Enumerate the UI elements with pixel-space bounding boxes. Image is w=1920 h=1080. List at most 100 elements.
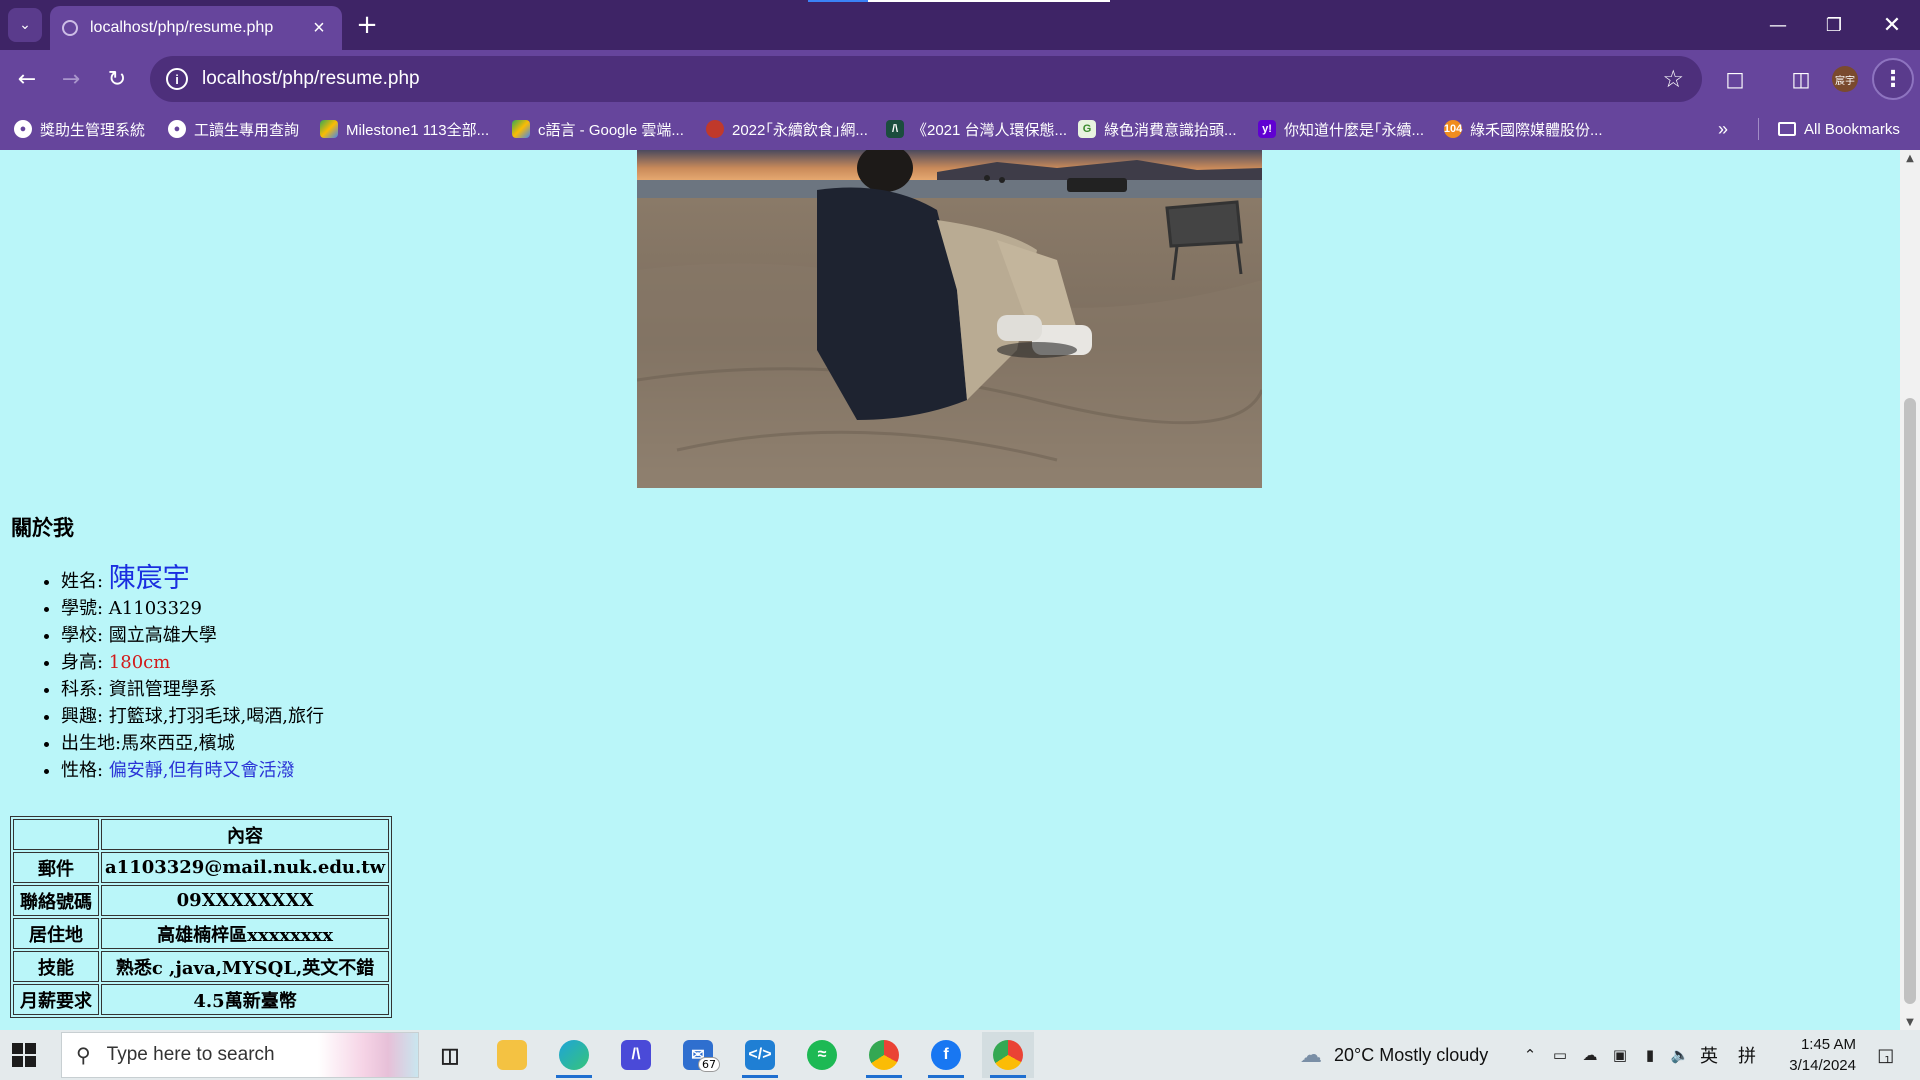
- tab-search-button[interactable]: ⌄: [8, 8, 42, 42]
- mail-button[interactable]: ✉ 67: [672, 1032, 724, 1078]
- facebook-icon: f: [931, 1040, 961, 1070]
- scroll-down-icon[interactable]: ▼: [1900, 1014, 1920, 1030]
- battery-icon[interactable]: ▮: [1640, 1045, 1660, 1065]
- scrollbar-thumb[interactable]: [1904, 398, 1916, 1004]
- monitor-icon[interactable]: ▣: [1610, 1045, 1630, 1065]
- about-item-school: 學校: 國立高雄大學: [61, 622, 324, 649]
- bookmark-item[interactable]: y! 你知道什麼是｢永續...: [1258, 116, 1424, 142]
- bookmark-label: Milestone1 113全部...: [346, 121, 490, 139]
- back-button[interactable]: ←: [10, 62, 44, 96]
- start-button[interactable]: [12, 1043, 36, 1067]
- page-scrollbar[interactable]: ▲ ▼: [1900, 150, 1920, 1030]
- table-value-cell: 4.5萬新臺幣: [101, 984, 390, 1015]
- table-label-cell: 居住地: [13, 918, 99, 949]
- extensions-icon[interactable]: □: [1718, 62, 1752, 96]
- about-label: 科系:: [61, 679, 109, 700]
- chrome-profile-button[interactable]: [858, 1032, 910, 1078]
- bookmark-label: 綠禾國際媒體股份...: [1470, 121, 1603, 139]
- close-window-button[interactable]: ✕: [1864, 0, 1920, 50]
- facebook-button[interactable]: f: [920, 1032, 972, 1078]
- ime-mode-indicator[interactable]: 拼: [1738, 1030, 1756, 1080]
- cloud-icon[interactable]: ☁: [1580, 1045, 1600, 1065]
- bookmark-item[interactable]: ● 獎助生管理系統: [14, 116, 145, 142]
- yahoo-icon: y!: [1258, 120, 1276, 138]
- bookmark-item[interactable]: Milestone1 113全部...: [320, 116, 489, 142]
- vscode-button[interactable]: </>: [734, 1032, 786, 1078]
- about-label: 性格:: [61, 760, 109, 781]
- browser-toolbar: ← → ↻ i localhost/php/resume.php ☆ □ ◫: [0, 50, 1920, 108]
- tab-resume[interactable]: localhost/php/resume.php ×: [50, 6, 342, 50]
- about-value-personality: 偏安靜,但有時又會活潑: [108, 760, 295, 781]
- display-icon[interactable]: ▭: [1550, 1045, 1570, 1065]
- speaker-icon[interactable]: 🔈: [1670, 1045, 1690, 1065]
- chevron-up-icon[interactable]: ⌃: [1520, 1045, 1540, 1065]
- vscode-icon: </>: [745, 1040, 775, 1070]
- reload-button[interactable]: ↻: [100, 62, 134, 96]
- bookmark-item[interactable]: G 綠色消費意識抬頭...: [1078, 116, 1237, 142]
- restore-button[interactable]: ❐: [1806, 0, 1862, 50]
- new-tab-button[interactable]: +: [352, 10, 382, 40]
- chrome-active-button[interactable]: [982, 1032, 1034, 1078]
- about-label: 學號:: [61, 598, 109, 619]
- folder-icon: [1778, 122, 1796, 136]
- taskbar-clock[interactable]: 1:45 AM 3/14/2024: [1766, 1034, 1856, 1076]
- file-explorer-button[interactable]: [486, 1032, 538, 1078]
- close-tab-icon[interactable]: ×: [308, 17, 330, 40]
- about-label: 學校:: [61, 625, 109, 646]
- forward-button[interactable]: →: [54, 62, 88, 96]
- bookmark-label: 《2021 台灣人環保態...: [912, 121, 1068, 139]
- address-bar[interactable]: i localhost/php/resume.php ☆: [150, 56, 1702, 102]
- table-header-cell: 內容: [101, 819, 390, 850]
- search-icon: ⚲: [76, 1044, 91, 1067]
- bookmark-item[interactable]: /\ 《2021 台灣人環保態...: [886, 116, 1067, 142]
- side-panel-icon[interactable]: ◫: [1784, 62, 1818, 96]
- all-bookmarks-button[interactable]: All Bookmarks: [1778, 116, 1900, 142]
- task-view-button[interactable]: ◫: [424, 1032, 476, 1078]
- edge-icon: [559, 1040, 589, 1070]
- browser-menu-button[interactable]: ⋮: [1872, 58, 1914, 100]
- bookmark-label: 2022｢永續飲食｣網...: [732, 121, 868, 139]
- ime-language-indicator[interactable]: 英: [1700, 1030, 1718, 1080]
- edge-button[interactable]: [548, 1032, 600, 1078]
- about-item-personality: 性格: 偏安靜,但有時又會活潑: [61, 757, 324, 784]
- weather-text[interactable]: 20°C Mostly cloudy: [1334, 1030, 1488, 1080]
- table-label-cell: 技能: [13, 951, 99, 982]
- table-value-cell: 高雄楠梓區xxxxxxxx: [101, 918, 390, 949]
- taskbar-search-box[interactable]: ⚲ Type here to search: [61, 1032, 419, 1078]
- about-value-height: 180cm: [108, 652, 171, 673]
- bookmark-item[interactable]: c語言 - Google 雲端...: [512, 116, 684, 142]
- search-highlight-illustration: [318, 1033, 418, 1077]
- site-icon: /\: [886, 120, 904, 138]
- site-icon: 104: [1444, 120, 1462, 138]
- spotify-button[interactable]: ≈: [796, 1032, 848, 1078]
- about-item-hobbies: 興趣: 打籃球,打羽毛球,喝酒,旅行: [61, 703, 324, 730]
- chrome-icon: [869, 1040, 899, 1070]
- table-row: 月薪要求 4.5萬新臺幣: [13, 984, 390, 1015]
- site-info-icon[interactable]: i: [166, 68, 188, 90]
- about-list: 姓名: 陳宸宇 學號: A1103329 學校: 國立高雄大學 身高: 180c…: [40, 560, 324, 784]
- weather-icon[interactable]: ☁: [1296, 1043, 1326, 1068]
- bookmark-item[interactable]: ● 工讀生專用查詢: [168, 116, 299, 142]
- drive-icon: [512, 120, 530, 138]
- minimize-button[interactable]: —: [1750, 0, 1806, 50]
- bookmark-label: 獎助生管理系統: [40, 121, 146, 139]
- bookmarks-bar: ● 獎助生管理系統 ● 工讀生專用查詢 Milestone1 113全部... c語…: [0, 108, 1920, 150]
- contact-table: 內容 郵件 a1103329@mail.nuk.edu.tw 聯絡號碼 09XX…: [10, 816, 393, 1018]
- powerapps-button[interactable]: /\: [610, 1032, 662, 1078]
- bookmark-star-icon[interactable]: ☆: [1662, 65, 1684, 94]
- table-header-row: 內容: [13, 819, 390, 850]
- bookmarks-overflow-button[interactable]: »: [1718, 116, 1728, 142]
- site-icon: [706, 120, 724, 138]
- about-item-student-id: 學號: A1103329: [61, 595, 324, 622]
- about-label: 姓名:: [61, 571, 109, 592]
- globe-icon: ●: [168, 120, 186, 138]
- arrow-right-icon: →: [61, 66, 81, 92]
- notifications-icon[interactable]: □ 1: [1868, 1045, 1900, 1066]
- drive-icon: [320, 120, 338, 138]
- bookmark-item[interactable]: 2022｢永續飲食｣網...: [706, 116, 868, 142]
- bookmark-label: 工讀生專用查詢: [194, 121, 300, 139]
- scroll-up-icon[interactable]: ▲: [1900, 150, 1920, 166]
- table-value-cell: 熟悉c ,java,MYSQL,英文不錯: [101, 951, 390, 982]
- profile-avatar[interactable]: 宸宇: [1832, 66, 1858, 92]
- bookmark-item[interactable]: 104 綠禾國際媒體股份...: [1444, 116, 1603, 142]
